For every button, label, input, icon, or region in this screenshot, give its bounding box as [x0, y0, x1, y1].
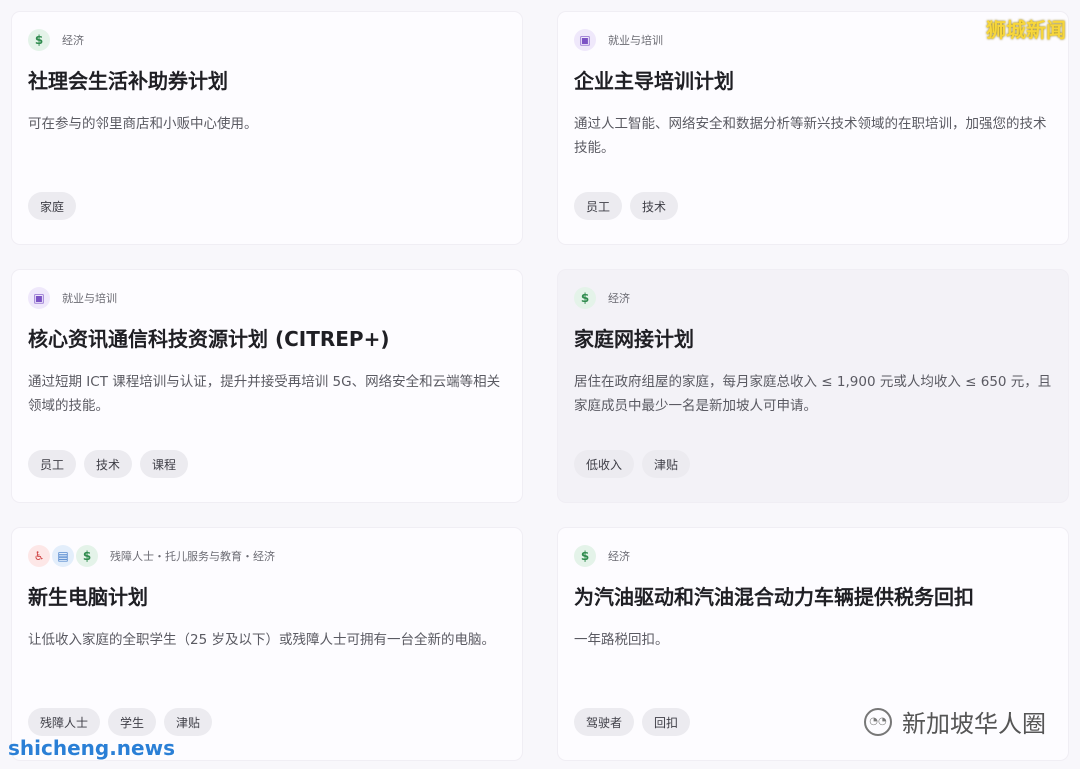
tag-list: 员工 技术 [574, 192, 686, 220]
card-description: 通过短期 ICT 课程培训与认证，提升并接受再培训 5G、网络安全和云端等相关领… [28, 374, 501, 414]
card-neu-pc[interactable]: ♿ ▤ $ 残障人士・托儿服务与教育・经济 新生电脑计划 让低收入家庭的全职学生… [12, 528, 522, 760]
card-community-vouchers[interactable]: $ 经济 社理会生活补助券计划 可在参与的邻里商店和小贩中心使用。 家庭 [12, 12, 522, 244]
card-title[interactable]: 企业主导培训计划 [574, 66, 1068, 96]
school-icon: ▤ [52, 545, 74, 567]
category-label: 经济 [608, 550, 630, 563]
tag[interactable]: 残障人士 [28, 708, 101, 736]
card-description: 可在参与的邻里商店和小贩中心使用。 [28, 116, 258, 132]
card-title[interactable]: 核心资讯通信科技资源计划 (CITREP+) [28, 324, 522, 354]
card-description: 一年路税回扣。 [574, 632, 669, 648]
watermark-top-right: 狮城新闻 [986, 18, 1066, 42]
tag[interactable]: 技术 [630, 192, 679, 220]
tag[interactable]: 学生 [108, 708, 157, 736]
tag[interactable]: 津贴 [164, 708, 213, 736]
tag[interactable]: 低收入 [574, 450, 635, 478]
category-label: 就业与培训 [62, 292, 117, 305]
tag[interactable]: 员工 [28, 450, 77, 478]
briefcase-icon: ▣ [574, 29, 596, 51]
watermark-bottom-right: ◔◔ 新加坡华人圈 [864, 704, 1046, 739]
tag[interactable]: 津贴 [642, 450, 691, 478]
card-description: 居住在政府组屋的家庭，每月家庭总收入 ≤ 1,900 元或人均收入 ≤ 650 … [574, 374, 1052, 414]
card-home-access[interactable]: $ 经济 家庭网接计划 居住在政府组屋的家庭，每月家庭总收入 ≤ 1,900 元… [558, 270, 1068, 502]
card-title[interactable]: 新生电脑计划 [28, 582, 522, 612]
card-description: 让低收入家庭的全职学生（25 岁及以下）或残障人士可拥有一台全新的电脑。 [28, 632, 495, 648]
category-row: $ 经济 [574, 286, 1068, 310]
tag-list: 残障人士 学生 津贴 [28, 708, 220, 736]
card-description: 通过人工智能、网络安全和数据分析等新兴技术领域的在职培训，加强您的技术技能。 [574, 116, 1047, 156]
category-row: ▣ 就业与培训 [28, 286, 522, 310]
tag-list: 驾驶者 回扣 [574, 708, 698, 736]
tag[interactable]: 课程 [140, 450, 189, 478]
card-enterprise-training[interactable]: ▣ 就业与培训 企业主导培训计划 通过人工智能、网络安全和数据分析等新兴技术领域… [558, 12, 1068, 244]
money-bag-icon: $ [76, 545, 98, 567]
tag[interactable]: 员工 [574, 192, 623, 220]
category-label: 经济 [62, 34, 84, 47]
money-bag-icon: $ [574, 287, 596, 309]
card-title[interactable]: 家庭网接计划 [574, 324, 1068, 354]
category-label: 就业与培训 [608, 34, 663, 47]
tag[interactable]: 家庭 [28, 192, 77, 220]
card-title[interactable]: 社理会生活补助券计划 [28, 66, 522, 96]
category-label: 经济 [608, 292, 630, 305]
money-bag-icon: $ [574, 545, 596, 567]
tag[interactable]: 回扣 [642, 708, 691, 736]
money-bag-icon: $ [28, 29, 50, 51]
category-row: $ 经济 [574, 544, 1068, 568]
category-row: ♿ ▤ $ 残障人士・托儿服务与教育・经济 [28, 544, 522, 568]
wheelchair-icon: ♿ [28, 545, 50, 567]
tag[interactable]: 驾驶者 [574, 708, 635, 736]
card-citrep[interactable]: ▣ 就业与培训 核心资讯通信科技资源计划 (CITREP+) 通过短期 ICT … [12, 270, 522, 502]
category-label: 残障人士・托儿服务与教育・经济 [110, 550, 275, 563]
briefcase-icon: ▣ [28, 287, 50, 309]
wechat-icon: ◔◔ [864, 707, 892, 736]
card-title[interactable]: 为汽油驱动和汽油混合动力车辆提供税务回扣 [574, 582, 1068, 612]
tag-list: 低收入 津贴 [574, 450, 698, 478]
tag-list: 家庭 [28, 192, 84, 220]
tag[interactable]: 技术 [84, 450, 133, 478]
tag-list: 员工 技术 课程 [28, 450, 196, 478]
watermark-text: 新加坡华人圈 [902, 710, 1046, 738]
category-row: $ 经济 [28, 28, 522, 52]
watermark-bottom-left: shicheng.news [8, 736, 175, 760]
